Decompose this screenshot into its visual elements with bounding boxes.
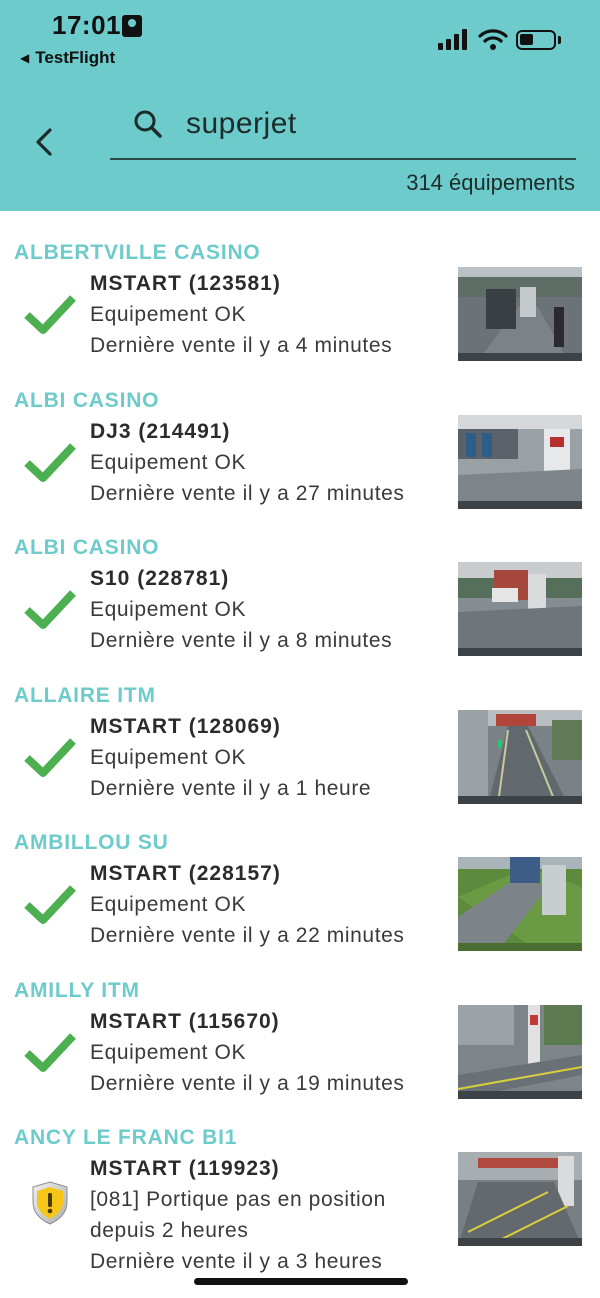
status-time: 17:01 xyxy=(52,10,121,40)
camera-thumbnail[interactable] xyxy=(458,857,582,951)
equipment-name: MSTART (123581) xyxy=(90,272,281,295)
last-sale-text: Dernière vente il y a 3 heures xyxy=(90,1250,383,1273)
site-name: ALBI CASINO xyxy=(14,536,160,559)
list-item[interactable]: AMBILLOU SU MSTART (228157) Equipement O… xyxy=(0,801,600,951)
list-item[interactable]: ALBI CASINO DJ3 (214491) Equipement OK D… xyxy=(0,359,600,509)
warning-shield-icon xyxy=(32,1181,68,1225)
status-text: Equipement OK xyxy=(90,893,247,916)
equipment-count: 314 équipements xyxy=(406,170,575,195)
site-name: AMILLY ITM xyxy=(14,978,140,1002)
checkmark-icon xyxy=(24,1032,76,1072)
camera-thumbnail[interactable] xyxy=(458,267,582,361)
equipment-name: S10 (228781) xyxy=(90,567,230,590)
list-item[interactable]: ALBERTVILLE CASINO MSTART (123581) Equip… xyxy=(0,211,600,361)
list-item[interactable]: ALBI CASINO S10 (228781) Equipement OK D… xyxy=(0,506,600,656)
site-name: ALBERTVILLE CASINO xyxy=(14,241,261,264)
status-text: Equipement OK xyxy=(90,450,247,474)
search-icon xyxy=(134,110,162,138)
checkmark-icon xyxy=(24,590,76,629)
list-item[interactable]: AMILLY ITM MSTART (115670) Equipement OK… xyxy=(0,949,600,1099)
back-to-app-link[interactable]: ◀ TestFlight xyxy=(20,48,115,68)
home-indicator[interactable] xyxy=(194,1278,408,1285)
status-text: Equipement OK xyxy=(90,1040,247,1064)
status-duration-text: depuis 2 heures xyxy=(90,1219,249,1242)
checkmark-icon xyxy=(24,442,76,482)
back-triangle-icon: ◀ xyxy=(20,51,30,65)
last-sale-text: Dernière vente il y a 22 minutes xyxy=(90,924,405,947)
battery-tip xyxy=(558,36,561,44)
id-card-icon xyxy=(122,15,142,37)
search-input[interactable] xyxy=(186,102,566,146)
back-button[interactable] xyxy=(28,120,64,164)
list-item[interactable]: ALLAIRE ITM MSTART (128069) Equipement O… xyxy=(0,654,600,804)
battery-icon xyxy=(516,30,556,50)
camera-thumbnail[interactable] xyxy=(458,562,582,656)
equipment-name: MSTART (128069) xyxy=(90,714,281,738)
equipment-list: ALBERTVILLE CASINO MSTART (123581) Equip… xyxy=(0,211,600,1273)
cellular-signal-icon xyxy=(438,28,468,50)
last-sale-text: Dernière vente il y a 27 minutes xyxy=(90,481,405,505)
equipment-name: MSTART (115670) xyxy=(90,1009,280,1033)
wifi-icon xyxy=(478,29,508,50)
status-text: Equipement OK xyxy=(90,598,247,621)
back-app-label: TestFlight xyxy=(35,48,116,67)
last-sale-text: Dernière vente il y a 4 minutes xyxy=(90,334,393,357)
equipment-name: DJ3 (214491) xyxy=(90,419,231,443)
last-sale-text: Dernière vente il y a 19 minutes xyxy=(90,1071,405,1095)
camera-thumbnail[interactable] xyxy=(458,414,582,509)
app-header: 17:01 ◀ TestFlight 314 équipements xyxy=(0,0,600,211)
status-text: [081] Portique pas en position xyxy=(90,1188,386,1211)
camera-thumbnail[interactable] xyxy=(458,1152,582,1246)
status-text: Equipement OK xyxy=(90,745,247,769)
camera-thumbnail[interactable] xyxy=(458,709,582,804)
site-name: AMBILLOU SU xyxy=(14,831,169,854)
camera-thumbnail[interactable] xyxy=(458,1004,582,1099)
status-text: Equipement OK xyxy=(90,303,247,326)
last-sale-text: Dernière vente il y a 8 minutes xyxy=(90,629,393,652)
site-name: ALLAIRE ITM xyxy=(14,683,156,707)
site-name: ALBI CASINO xyxy=(14,388,160,412)
list-item[interactable]: ANCY LE FRANC BI1 MSTART (119923) [081] … xyxy=(0,1096,600,1273)
search-bar[interactable] xyxy=(110,100,576,160)
last-sale-text: Dernière vente il y a 1 heure xyxy=(90,776,372,800)
checkmark-icon xyxy=(24,737,76,777)
equipment-name: MSTART (228157) xyxy=(90,862,281,885)
checkmark-icon xyxy=(24,885,76,924)
equipment-name: MSTART (119923) xyxy=(90,1157,280,1180)
checkmark-icon xyxy=(24,295,76,334)
site-name: ANCY LE FRANC BI1 xyxy=(14,1126,238,1149)
